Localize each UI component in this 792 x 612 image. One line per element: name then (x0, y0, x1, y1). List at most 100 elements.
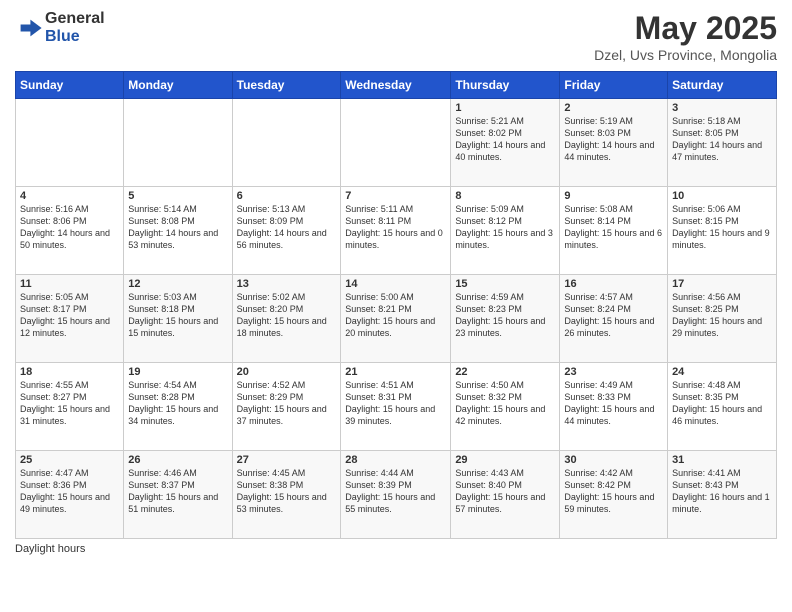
title-area: May 2025 Dzel, Uvs Province, Mongolia (594, 10, 777, 63)
day-info: Sunrise: 5:21 AMSunset: 8:02 PMDaylight:… (455, 115, 555, 164)
calendar-cell: 18Sunrise: 4:55 AMSunset: 8:27 PMDayligh… (16, 363, 124, 451)
day-number: 16 (564, 278, 663, 290)
calendar-cell: 11Sunrise: 5:05 AMSunset: 8:17 PMDayligh… (16, 275, 124, 363)
calendar-cell: 6Sunrise: 5:13 AMSunset: 8:09 PMDaylight… (232, 187, 341, 275)
header-row: SundayMondayTuesdayWednesdayThursdayFrid… (16, 72, 777, 99)
day-info: Sunrise: 5:19 AMSunset: 8:03 PMDaylight:… (564, 115, 663, 164)
calendar-cell: 14Sunrise: 5:00 AMSunset: 8:21 PMDayligh… (341, 275, 451, 363)
day-number: 27 (237, 454, 337, 466)
day-number: 17 (672, 278, 772, 290)
day-number: 6 (237, 190, 337, 202)
day-of-week-sunday: Sunday (16, 72, 124, 99)
day-info: Sunrise: 4:49 AMSunset: 8:33 PMDaylight:… (564, 379, 663, 428)
day-info: Sunrise: 4:50 AMSunset: 8:32 PMDaylight:… (455, 379, 555, 428)
day-number: 11 (20, 278, 119, 290)
day-info: Sunrise: 4:41 AMSunset: 8:43 PMDaylight:… (672, 467, 772, 516)
daylight-hours-label: Daylight hours (15, 543, 85, 555)
day-number: 14 (345, 278, 446, 290)
day-of-week-thursday: Thursday (451, 72, 560, 99)
day-info: Sunrise: 5:18 AMSunset: 8:05 PMDaylight:… (672, 115, 772, 164)
day-number: 30 (564, 454, 663, 466)
logo-icon (15, 14, 43, 42)
day-number: 22 (455, 366, 555, 378)
day-number: 29 (455, 454, 555, 466)
calendar-cell: 22Sunrise: 4:50 AMSunset: 8:32 PMDayligh… (451, 363, 560, 451)
calendar-cell: 15Sunrise: 4:59 AMSunset: 8:23 PMDayligh… (451, 275, 560, 363)
day-number: 15 (455, 278, 555, 290)
calendar-cell: 31Sunrise: 4:41 AMSunset: 8:43 PMDayligh… (668, 451, 777, 539)
calendar-cell: 1Sunrise: 5:21 AMSunset: 8:02 PMDaylight… (451, 99, 560, 187)
day-number: 1 (455, 102, 555, 114)
day-number: 8 (455, 190, 555, 202)
day-number: 2 (564, 102, 663, 114)
day-info: Sunrise: 5:13 AMSunset: 8:09 PMDaylight:… (237, 203, 337, 252)
day-number: 12 (128, 278, 227, 290)
calendar-cell: 9Sunrise: 5:08 AMSunset: 8:14 PMDaylight… (560, 187, 668, 275)
day-of-week-tuesday: Tuesday (232, 72, 341, 99)
day-number: 24 (672, 366, 772, 378)
day-number: 3 (672, 102, 772, 114)
calendar-week-4: 18Sunrise: 4:55 AMSunset: 8:27 PMDayligh… (16, 363, 777, 451)
day-number: 9 (564, 190, 663, 202)
day-info: Sunrise: 4:54 AMSunset: 8:28 PMDaylight:… (128, 379, 227, 428)
day-info: Sunrise: 4:46 AMSunset: 8:37 PMDaylight:… (128, 467, 227, 516)
day-info: Sunrise: 4:57 AMSunset: 8:24 PMDaylight:… (564, 291, 663, 340)
calendar-cell: 30Sunrise: 4:42 AMSunset: 8:42 PMDayligh… (560, 451, 668, 539)
calendar-cell: 27Sunrise: 4:45 AMSunset: 8:38 PMDayligh… (232, 451, 341, 539)
day-info: Sunrise: 4:52 AMSunset: 8:29 PMDaylight:… (237, 379, 337, 428)
calendar-cell (232, 99, 341, 187)
day-info: Sunrise: 5:00 AMSunset: 8:21 PMDaylight:… (345, 291, 446, 340)
calendar-body: 1Sunrise: 5:21 AMSunset: 8:02 PMDaylight… (16, 99, 777, 539)
calendar-cell: 25Sunrise: 4:47 AMSunset: 8:36 PMDayligh… (16, 451, 124, 539)
calendar-cell: 24Sunrise: 4:48 AMSunset: 8:35 PMDayligh… (668, 363, 777, 451)
header: General Blue May 2025 Dzel, Uvs Province… (15, 10, 777, 63)
calendar-cell: 5Sunrise: 5:14 AMSunset: 8:08 PMDaylight… (124, 187, 232, 275)
day-number: 31 (672, 454, 772, 466)
day-info: Sunrise: 5:09 AMSunset: 8:12 PMDaylight:… (455, 203, 555, 252)
calendar-cell: 17Sunrise: 4:56 AMSunset: 8:25 PMDayligh… (668, 275, 777, 363)
day-number: 28 (345, 454, 446, 466)
calendar-cell: 16Sunrise: 4:57 AMSunset: 8:24 PMDayligh… (560, 275, 668, 363)
day-info: Sunrise: 4:44 AMSunset: 8:39 PMDaylight:… (345, 467, 446, 516)
day-of-week-saturday: Saturday (668, 72, 777, 99)
day-number: 19 (128, 366, 227, 378)
day-number: 21 (345, 366, 446, 378)
day-info: Sunrise: 4:47 AMSunset: 8:36 PMDaylight:… (20, 467, 119, 516)
day-info: Sunrise: 5:03 AMSunset: 8:18 PMDaylight:… (128, 291, 227, 340)
day-number: 5 (128, 190, 227, 202)
day-number: 23 (564, 366, 663, 378)
day-info: Sunrise: 5:11 AMSunset: 8:11 PMDaylight:… (345, 203, 446, 252)
day-number: 18 (20, 366, 119, 378)
day-number: 20 (237, 366, 337, 378)
day-number: 7 (345, 190, 446, 202)
main-title: May 2025 (594, 10, 777, 47)
calendar-table: SundayMondayTuesdayWednesdayThursdayFrid… (15, 71, 777, 539)
calendar-cell: 20Sunrise: 4:52 AMSunset: 8:29 PMDayligh… (232, 363, 341, 451)
logo-blue-text: Blue (45, 28, 105, 46)
day-info: Sunrise: 5:05 AMSunset: 8:17 PMDaylight:… (20, 291, 119, 340)
day-info: Sunrise: 4:42 AMSunset: 8:42 PMDaylight:… (564, 467, 663, 516)
calendar-cell (124, 99, 232, 187)
calendar-cell: 2Sunrise: 5:19 AMSunset: 8:03 PMDaylight… (560, 99, 668, 187)
calendar-cell (341, 99, 451, 187)
subtitle: Dzel, Uvs Province, Mongolia (594, 47, 777, 63)
day-info: Sunrise: 4:51 AMSunset: 8:31 PMDaylight:… (345, 379, 446, 428)
calendar-cell: 21Sunrise: 4:51 AMSunset: 8:31 PMDayligh… (341, 363, 451, 451)
day-info: Sunrise: 4:48 AMSunset: 8:35 PMDaylight:… (672, 379, 772, 428)
day-of-week-monday: Monday (124, 72, 232, 99)
calendar-cell: 12Sunrise: 5:03 AMSunset: 8:18 PMDayligh… (124, 275, 232, 363)
day-number: 25 (20, 454, 119, 466)
page: General Blue May 2025 Dzel, Uvs Province… (0, 0, 792, 612)
logo: General Blue (15, 10, 105, 46)
calendar-cell: 19Sunrise: 4:54 AMSunset: 8:28 PMDayligh… (124, 363, 232, 451)
day-info: Sunrise: 5:06 AMSunset: 8:15 PMDaylight:… (672, 203, 772, 252)
calendar-cell: 3Sunrise: 5:18 AMSunset: 8:05 PMDaylight… (668, 99, 777, 187)
calendar-cell: 10Sunrise: 5:06 AMSunset: 8:15 PMDayligh… (668, 187, 777, 275)
day-number: 26 (128, 454, 227, 466)
day-info: Sunrise: 5:16 AMSunset: 8:06 PMDaylight:… (20, 203, 119, 252)
day-info: Sunrise: 5:14 AMSunset: 8:08 PMDaylight:… (128, 203, 227, 252)
day-info: Sunrise: 5:02 AMSunset: 8:20 PMDaylight:… (237, 291, 337, 340)
calendar-cell: 13Sunrise: 5:02 AMSunset: 8:20 PMDayligh… (232, 275, 341, 363)
calendar-header: SundayMondayTuesdayWednesdayThursdayFrid… (16, 72, 777, 99)
calendar-cell: 29Sunrise: 4:43 AMSunset: 8:40 PMDayligh… (451, 451, 560, 539)
